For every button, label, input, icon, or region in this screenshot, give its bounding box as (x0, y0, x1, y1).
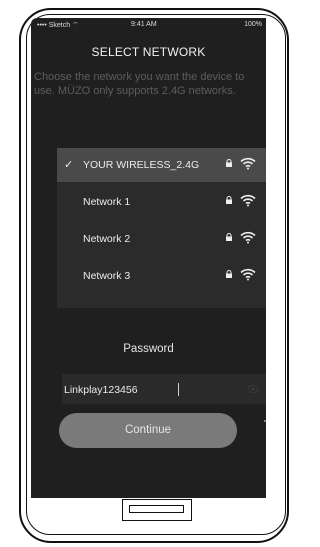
lock-icon (226, 196, 232, 204)
screen: •••• Sketch ⌔ 9:41 AM 100% SELECT NETWOR… (31, 18, 266, 498)
lock-icon (226, 270, 232, 278)
wifi-icon (240, 268, 256, 281)
network-item[interactable]: Network 2 (57, 222, 266, 256)
lock-icon (226, 233, 232, 241)
wifi-icon (240, 157, 256, 170)
password-field[interactable]: Linkplay123456 (62, 374, 266, 404)
password-value: Linkplay123456 (64, 384, 138, 396)
network-item[interactable]: Network 3 (57, 259, 266, 293)
status-time: 9:41 AM (131, 21, 157, 28)
network-list: ✓ YOUR WIRELESS_2.4G Network 1 Network 2… (57, 148, 266, 308)
callout-line (264, 420, 266, 422)
description-text: Choose the network you want the device t… (34, 71, 245, 97)
network-item[interactable]: ✓ YOUR WIRELESS_2.4G (57, 148, 266, 182)
eye-icon[interactable] (247, 385, 259, 393)
battery-level: 100% (244, 21, 262, 28)
wifi-icon (240, 194, 256, 207)
home-button-inner (129, 505, 184, 513)
page-title: SELECT NETWORK (91, 45, 206, 59)
password-label: Password (123, 343, 174, 355)
home-button[interactable] (122, 499, 192, 521)
checkmark-icon: ✓ (64, 159, 74, 171)
network-item[interactable]: Network 1 (57, 185, 266, 219)
status-bar: •••• Sketch ⌔ 9:41 AM 100% (31, 18, 266, 32)
network-name: YOUR WIRELESS_2.4G (83, 159, 200, 171)
continue-button[interactable]: Continue (59, 413, 237, 448)
carrier-label: •••• Sketch ⌔ (37, 22, 79, 29)
network-name: Network 3 (83, 270, 131, 282)
network-name: Network 1 (83, 196, 131, 208)
lock-icon (226, 159, 232, 167)
network-name: Network 2 (83, 233, 131, 245)
text-cursor (178, 383, 179, 396)
wifi-icon (240, 231, 256, 244)
